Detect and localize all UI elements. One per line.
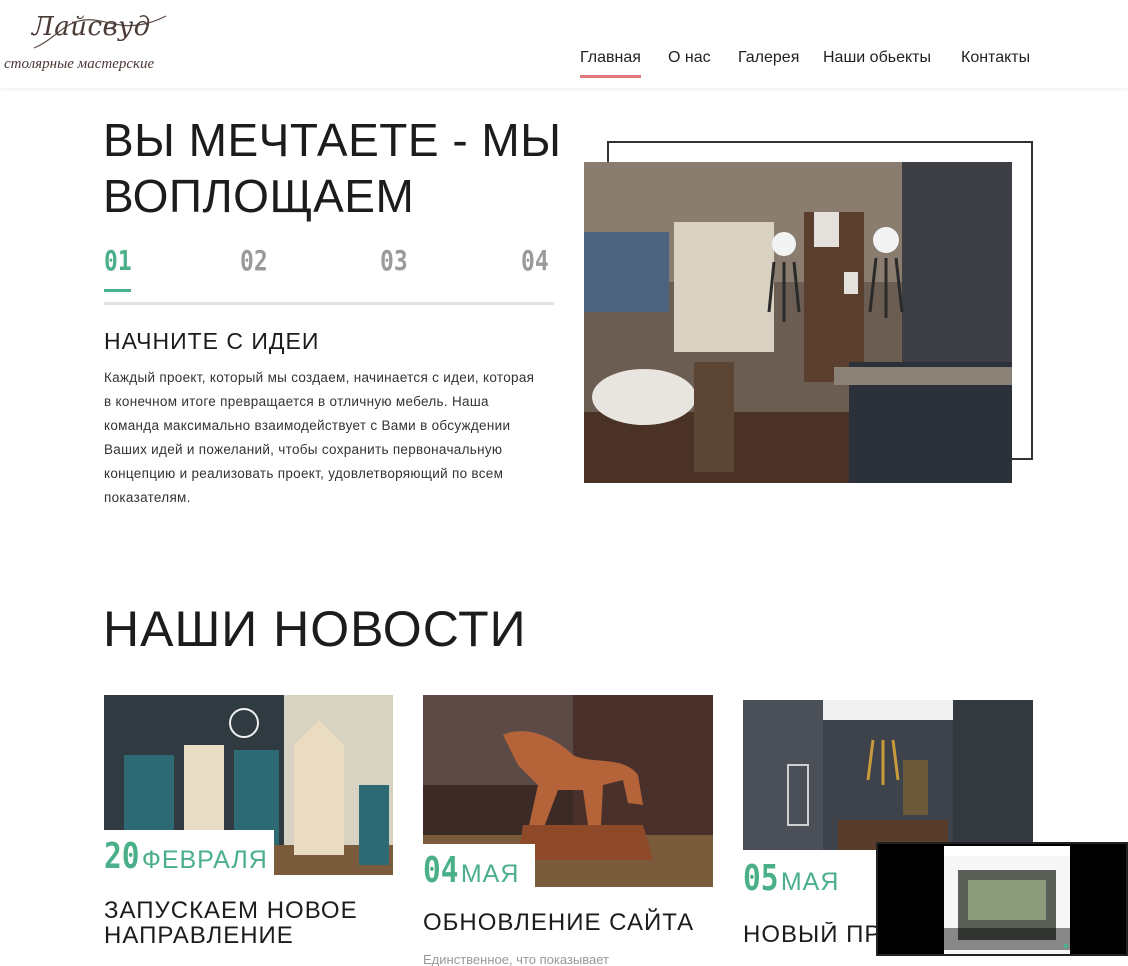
nav-item-about[interactable]: О нас (668, 49, 711, 67)
step-tab-01[interactable]: 01 (104, 244, 132, 277)
logo-script-text: Лайсвуд (32, 12, 151, 42)
page-preview-thumbnail[interactable] (876, 842, 1128, 956)
step-tab-04[interactable]: 04 (521, 244, 549, 277)
main-nav: Главная О нас Галерея Наши обьекты Конта… (0, 49, 1128, 79)
news-excerpt-2: Единственное, что показывает (423, 952, 609, 966)
news-month-1: ФЕВРАЛЯ (141, 846, 268, 874)
news-section-title: НАШИ НОВОСТИ (103, 601, 527, 657)
step-tab-02[interactable]: 02 (240, 244, 268, 277)
nav-item-contacts[interactable]: Контакты (961, 49, 1030, 67)
hero-title: ВЫ МЕЧТАЕТЕ - МЫ ВОПЛОЩАЕМ (103, 114, 562, 222)
step-tabs: 01 02 03 04 (104, 244, 554, 306)
steps-track (104, 302, 554, 305)
nav-item-gallery[interactable]: Галерея (738, 49, 799, 67)
news-date-3: 05 МАЯ (743, 852, 855, 899)
news-date-1: 20 ФЕВРАЛЯ (104, 830, 274, 877)
active-step-indicator (104, 289, 131, 292)
news-headline-3[interactable]: НОВЫЙ ПР (743, 922, 883, 947)
news-headline-1[interactable]: ЗАПУСКАЕМ НОВОЕ НАПРАВЛЕНИЕ (104, 898, 394, 948)
news-headline-2[interactable]: ОБНОВЛЕНИЕ САЙТА (423, 910, 713, 935)
news-date-2: 04 МАЯ (423, 844, 535, 891)
nav-item-home[interactable]: Главная (580, 49, 641, 78)
step-tab-03[interactable]: 03 (380, 244, 408, 277)
news-day-2: 04 (423, 850, 459, 891)
news-image-3[interactable] (743, 700, 1033, 850)
news-day-1: 20 (104, 836, 140, 877)
news-month-2: МАЯ (460, 860, 520, 888)
step-description: Каждый проект, который мы создаем, начин… (104, 370, 535, 505)
news-month-3: МАЯ (780, 868, 840, 896)
news-day-3: 05 (743, 858, 779, 899)
step-heading: НАЧНИТЕ С ИДЕИ (104, 328, 320, 354)
hero-interior-image (584, 162, 1012, 483)
nav-item-objects[interactable]: Наши обьекты (823, 49, 931, 67)
site-header: Лайсвуд столярные мастерские Главная О н… (0, 0, 1128, 88)
